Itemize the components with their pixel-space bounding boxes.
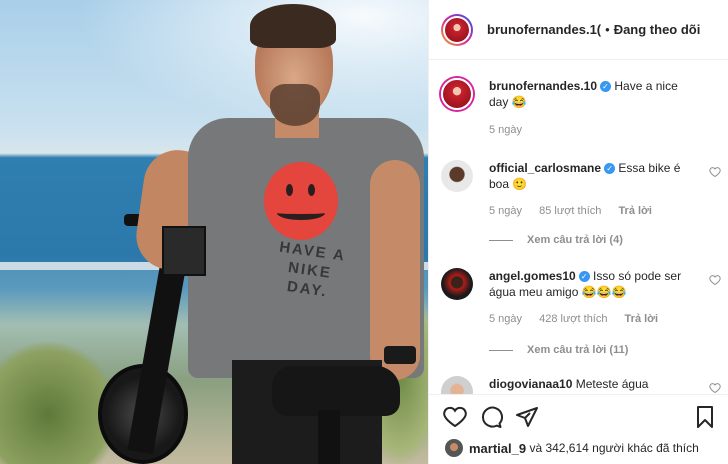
following-button[interactable]: Đang theo dõi [614,22,701,37]
comment-text: Meteste água [575,377,649,391]
comment-username[interactable]: angel.gomes10 [489,269,576,283]
reply-button[interactable]: Trả lời [625,313,659,325]
post-header: brunofernandes.1( • Đang theo dõi [429,0,728,60]
commenter-avatar[interactable] [441,78,473,110]
comment-body: diogovianaa10✓ Meteste água [489,376,699,392]
bike-seat-post [318,410,340,464]
commenter-avatar[interactable] [441,376,473,394]
comment-likes[interactable]: 428 lượt thích [539,313,607,325]
smiley-graphic [264,162,338,240]
likes-summary-text[interactable]: và 342,614 người khác đã thích [529,441,698,455]
shirt-print-text: HAVE A NIKE DAY. [278,238,348,301]
replies-divider-line [489,239,513,241]
smart-watch [384,346,416,364]
comment-time[interactable]: 5 ngày [489,124,522,136]
person-beard [270,84,320,126]
post-sidebar: brunofernandes.1( • Đang theo dõi brunofer… [428,0,728,464]
like-comment-heart-icon[interactable] [709,382,721,394]
like-comment-heart-icon[interactable] [709,166,721,178]
swoosh-graphic [277,206,325,220]
comment-meta: 5 ngày [489,124,536,136]
verified-badge-icon: ✓ [600,81,612,92]
author-username[interactable]: brunofernandes.1( [487,22,601,37]
caption-body: brunofernandes.10 ✓ Have a nice day 😂 [489,78,699,110]
verified-badge-icon: ✓ [604,163,616,174]
post-photo[interactable]: HAVE A NIKE DAY. [0,0,428,464]
verified-badge-icon: ✓ [578,271,590,282]
replies-divider-line [489,349,513,351]
author-avatar[interactable] [441,13,473,46]
person-hair [250,4,336,48]
post-actions-bar [429,394,728,438]
heart-outline-icon[interactable] [443,405,467,429]
comment-meta: 5 ngày 85 lượt thích Trả lời [489,205,666,217]
comment-item: diogovianaa10✓ Meteste água [441,376,721,394]
comment-time[interactable]: 5 ngày [489,205,522,217]
bike-console [162,226,206,276]
paper-plane-icon[interactable] [515,405,539,429]
commenter-avatar[interactable] [441,160,473,192]
comment-likes[interactable]: 85 lượt thích [539,205,601,217]
caption-item: brunofernandes.10 ✓ Have a nice day 😂 5 n… [441,78,721,148]
comments-list[interactable]: brunofernandes.10 ✓ Have a nice day 😂 5 n… [429,60,728,394]
comment-body: angel.gomes10 ✓ Isso só pode ser água meu… [489,268,699,300]
comment-username[interactable]: diogovianaa10 [489,377,572,391]
likes-summary: martial_9 và 342,614 người khác đã thích [445,438,699,458]
author-avatar-image [445,17,469,42]
comment-item: official_carlosmane ✓ Essa bike é boa 🙂 5… [441,160,721,260]
view-replies-link[interactable]: Xem câu trả lời (4) [489,234,623,246]
comment-body: official_carlosmane ✓ Essa bike é boa 🙂 [489,160,699,192]
separator-dot: • [605,22,610,37]
comment-time[interactable]: 5 ngày [489,313,522,325]
bike-seat [272,366,400,416]
comment-meta: 5 ngày 428 lượt thích Trả lời [489,313,672,325]
comment-item: angel.gomes10 ✓ Isso só pode ser água meu… [441,268,721,368]
like-comment-heart-icon[interactable] [709,274,721,286]
view-replies-label: Xem câu trả lời (11) [527,344,629,356]
view-replies-label: Xem câu trả lời (4) [527,234,623,246]
header-text: brunofernandes.1( • Đang theo dõi [487,22,700,37]
comment-username[interactable]: brunofernandes.10 [489,79,597,93]
commenter-avatar[interactable] [441,268,473,300]
liker-avatar[interactable] [445,439,463,457]
reply-button[interactable]: Trả lời [618,205,652,217]
bookmark-icon[interactable] [693,405,717,429]
comment-bubble-icon[interactable] [479,405,503,429]
liker-username[interactable]: martial_9 [469,441,526,456]
comment-username[interactable]: official_carlosmane [489,161,601,175]
view-replies-link[interactable]: Xem câu trả lời (11) [489,344,628,356]
